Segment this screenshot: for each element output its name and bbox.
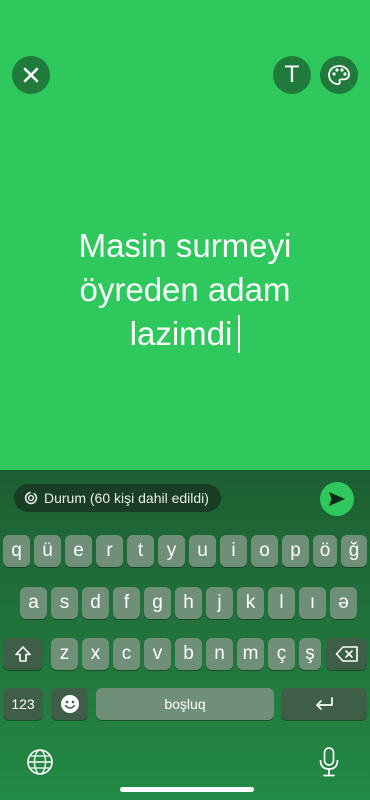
key-s[interactable]: s	[51, 587, 78, 619]
key-o-umlaut[interactable]: ö	[313, 535, 337, 567]
audience-label: Durum (60 kişi dahil edildi)	[44, 490, 209, 506]
emoji-key[interactable]	[51, 688, 88, 720]
status-line-1: Masin surmeyi	[78, 227, 292, 264]
key-s-cedilla[interactable]: ş	[299, 638, 321, 670]
mic-icon[interactable]	[318, 746, 340, 778]
key-u[interactable]: u	[189, 535, 216, 567]
text-cursor	[238, 315, 241, 353]
key-p[interactable]: p	[282, 535, 309, 567]
key-l[interactable]: l	[268, 587, 295, 619]
key-x[interactable]: x	[82, 638, 109, 670]
numbers-key[interactable]: 123	[3, 688, 43, 720]
key-k[interactable]: k	[237, 587, 264, 619]
status-audience-button[interactable]: Durum (60 kişi dahil edildi)	[14, 484, 221, 512]
key-j[interactable]: j	[206, 587, 233, 619]
key-c-cedilla[interactable]: ç	[268, 638, 295, 670]
color-palette-button[interactable]	[320, 56, 358, 94]
globe-icon[interactable]	[26, 748, 54, 776]
send-icon	[329, 492, 345, 506]
palette-icon	[328, 65, 350, 85]
key-b[interactable]: b	[175, 638, 202, 670]
key-c[interactable]: c	[113, 638, 140, 670]
send-button[interactable]	[320, 482, 354, 516]
close-button[interactable]	[12, 56, 50, 94]
key-q[interactable]: q	[3, 535, 30, 567]
key-n[interactable]: n	[206, 638, 233, 670]
key-dotless-i[interactable]: ı	[299, 587, 326, 619]
key-u-umlaut[interactable]: ü	[34, 535, 61, 567]
key-z[interactable]: z	[51, 638, 78, 670]
key-y[interactable]: y	[158, 535, 185, 567]
text-tool-button[interactable]: T	[273, 56, 311, 94]
shift-icon	[15, 646, 31, 662]
shift-key[interactable]	[3, 638, 43, 670]
key-schwa[interactable]: ə	[330, 587, 357, 619]
key-v[interactable]: v	[144, 638, 171, 670]
return-icon	[316, 697, 333, 710]
key-f[interactable]: f	[113, 587, 140, 619]
composer-panel	[0, 470, 370, 800]
ring-icon	[24, 491, 38, 505]
key-m[interactable]: m	[237, 638, 264, 670]
key-h[interactable]: h	[175, 587, 202, 619]
close-icon	[23, 67, 39, 83]
key-i[interactable]: i	[220, 535, 247, 567]
return-key[interactable]	[281, 688, 367, 720]
status-text-editor[interactable]: Masin surmeyi öyreden adam lazimdi	[40, 224, 330, 356]
key-g[interactable]: g	[144, 587, 171, 619]
backspace-icon	[335, 646, 358, 662]
key-r[interactable]: r	[96, 535, 123, 567]
text-icon: T	[284, 61, 300, 88]
key-d[interactable]: d	[82, 587, 109, 619]
space-key[interactable]: boşluq	[96, 688, 274, 720]
key-o[interactable]: o	[251, 535, 278, 567]
key-e[interactable]: e	[65, 535, 92, 567]
backspace-key[interactable]	[326, 638, 367, 670]
key-a[interactable]: a	[20, 587, 47, 619]
key-g-breve[interactable]: ğ	[341, 535, 367, 567]
key-t[interactable]: t	[127, 535, 154, 567]
status-line-2: öyreden adam	[79, 271, 291, 308]
home-indicator	[120, 787, 254, 792]
emoji-icon	[60, 695, 79, 713]
status-line-3: lazimdi	[40, 312, 330, 356]
